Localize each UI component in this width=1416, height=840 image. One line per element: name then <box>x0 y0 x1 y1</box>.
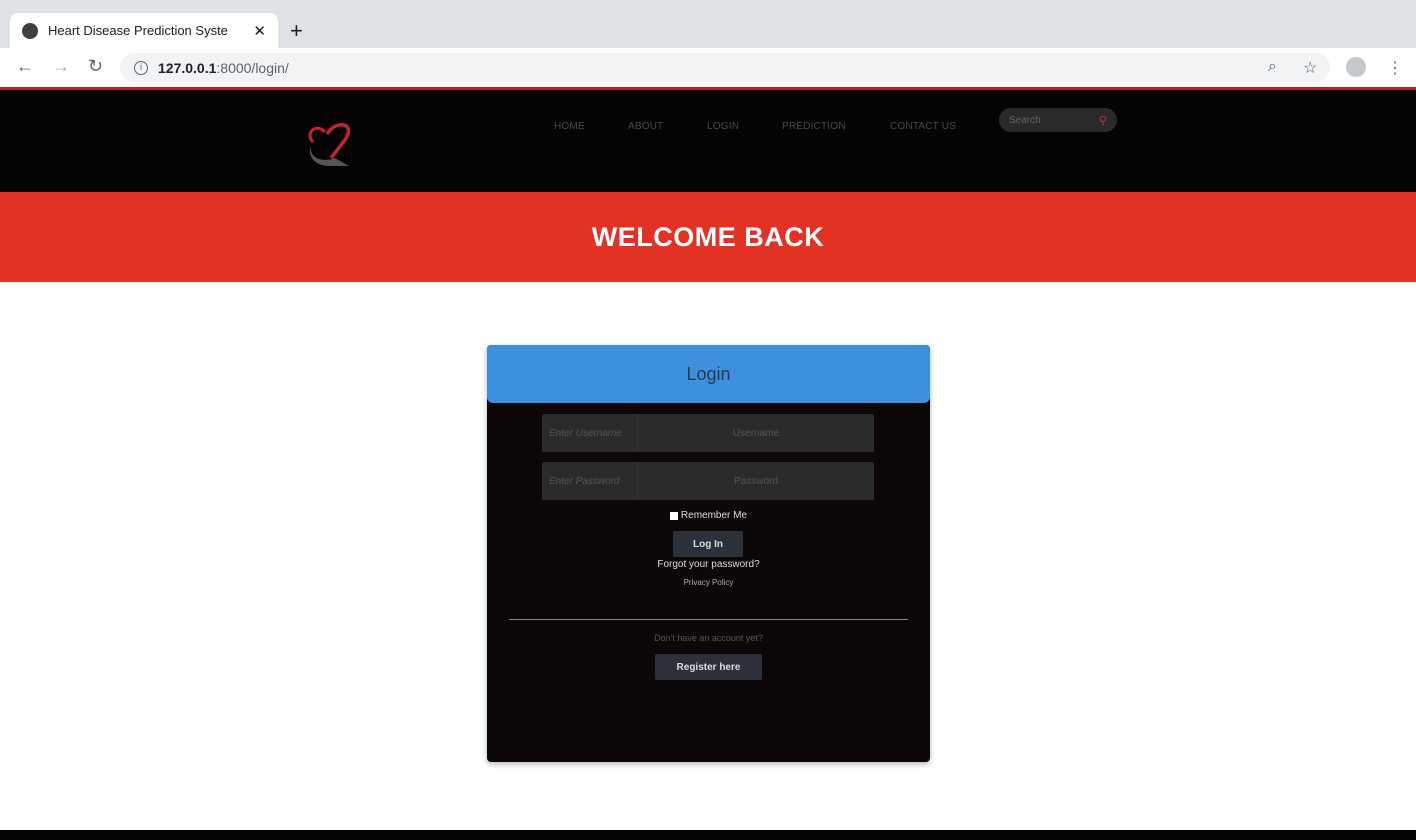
search-icon[interactable]: ⚲ <box>1099 114 1107 127</box>
password-label: Enter Password <box>542 462 638 500</box>
login-title: Login <box>686 363 731 384</box>
no-account-text: Don't have an account yet? <box>654 633 763 643</box>
info-icon[interactable]: i <box>134 60 148 75</box>
profile-icon[interactable] <box>1346 57 1366 77</box>
url-host: 127.0.0.1 <box>158 59 217 76</box>
page-title: WELCOME BACK <box>591 221 825 252</box>
back-icon[interactable]: ← <box>16 56 34 77</box>
register-button[interactable]: Register here <box>655 654 762 680</box>
forgot-password-link[interactable]: Forgot your password? <box>487 559 930 570</box>
username-input[interactable] <box>638 427 874 439</box>
browser-tab[interactable]: Heart Disease Prediction Syste ✕ <box>10 13 278 48</box>
username-label: Enter Username <box>542 414 638 452</box>
forward-icon[interactable]: → <box>52 56 70 77</box>
nav-about[interactable]: ABOUT <box>628 121 663 132</box>
new-tab-button[interactable]: + <box>290 18 303 44</box>
divider <box>509 619 908 620</box>
globe-icon <box>22 22 38 39</box>
username-field: Enter Username <box>542 414 874 452</box>
address-bar[interactable]: i 127.0.0.1:8000/login/ <box>120 53 1330 82</box>
site-footer <box>0 830 1416 840</box>
tab-title: Heart Disease Prediction Syste <box>48 23 228 38</box>
remember-me[interactable]: Remember Me <box>487 510 930 521</box>
password-input[interactable] <box>638 475 874 487</box>
privacy-policy-link[interactable]: Privacy Policy <box>487 578 930 587</box>
nav-prediction[interactable]: PREDICTION <box>782 121 846 132</box>
site-navbar <box>0 90 1416 192</box>
heart-logo-icon[interactable] <box>305 120 361 170</box>
menu-icon[interactable]: ⋮ <box>1387 58 1403 78</box>
nav-contact-us[interactable]: CONTACT US <box>890 121 956 132</box>
star-icon[interactable]: ☆ <box>1303 58 1317 78</box>
zoom-icon[interactable]: ⌕ <box>1268 58 1277 76</box>
page-banner: WELCOME BACK <box>0 192 1416 282</box>
nav-login[interactable]: LOGIN <box>707 121 739 132</box>
password-field: Enter Password <box>542 462 874 500</box>
url-path: :8000/login/ <box>216 59 289 76</box>
login-card: Login Enter Username Enter Password Reme… <box>487 345 930 762</box>
remember-label: Remember Me <box>680 510 748 521</box>
reload-icon[interactable]: ↻ <box>88 56 103 77</box>
search-input[interactable]: Search ⚲ <box>999 108 1117 132</box>
nav-home[interactable]: HOME <box>554 121 585 132</box>
close-tab-icon[interactable]: ✕ <box>253 22 266 40</box>
login-card-header: Login <box>487 345 930 403</box>
search-placeholder: Search <box>1009 114 1041 126</box>
login-button[interactable]: Log In <box>673 531 743 557</box>
remember-checkbox[interactable] <box>669 511 678 520</box>
